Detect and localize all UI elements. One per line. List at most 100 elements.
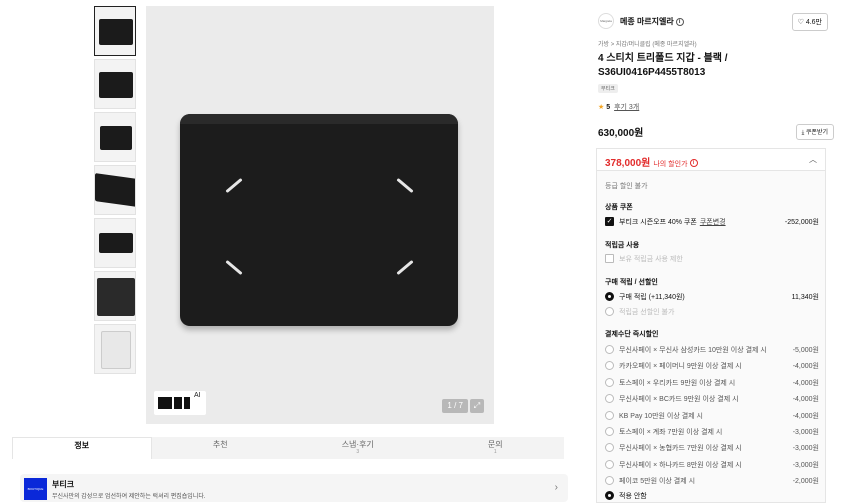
payment-option-row[interactable]: 페이코 5만원 이상 결제 시 -2,000원 xyxy=(605,476,819,488)
review-link[interactable]: 후기 3개 xyxy=(614,104,639,111)
checkbox-checked-icon[interactable]: ✓ xyxy=(605,217,614,226)
star-icon: ★ xyxy=(598,104,605,111)
thumbnail-5[interactable] xyxy=(94,218,136,268)
payment-option-label: 무신사페이 × 하나카드 8만원 이상 결제 시 xyxy=(619,462,742,469)
breadcrumb[interactable]: 가방 > 지갑/머니클립 (메종 마르지엘라) xyxy=(598,39,697,48)
shop-name: 부티크 xyxy=(52,480,75,489)
payment-option-label: 무신사페이 × BC카드 9만원 이상 결제 시 xyxy=(619,396,739,403)
no-apply-label: 적용 안함 xyxy=(619,493,647,500)
brand-logo[interactable]: Margiela xyxy=(598,13,614,29)
thumbnail-list xyxy=(94,6,136,377)
like-button[interactable]: ♡ 4.6만 xyxy=(791,13,828,31)
payment-option-row[interactable]: 무신사페이 × BC카드 9만원 이상 결제 시 -4,000원 xyxy=(605,394,819,406)
points-option-label: 보유 적립금 사용 제한 xyxy=(619,256,683,263)
radio-icon[interactable] xyxy=(605,476,614,485)
my-price: 378,000원 나의 할인가 i xyxy=(605,154,698,169)
purchase-amount: 11,340원 xyxy=(791,294,819,301)
radio-icon xyxy=(605,307,614,316)
payment-option-amount: -4,000원 xyxy=(792,363,819,370)
radio-icon[interactable] xyxy=(605,361,614,370)
product-price: 630,000원 xyxy=(598,128,644,139)
thumbnail-3[interactable] xyxy=(94,112,136,162)
payment-option-row[interactable]: 무신사페이 × 농협카드 7만원 이상 결제 시 -3,000원 xyxy=(605,443,819,455)
brand-name[interactable]: 메종 마르지엘라 i xyxy=(620,16,684,27)
payment-option-amount: -4,000원 xyxy=(792,413,819,420)
coupon-download-button[interactable]: ⤓ 쿠폰받기 xyxy=(795,124,834,140)
radio-selected-icon[interactable] xyxy=(605,491,614,500)
tab-inquiry[interactable]: 문의 1 xyxy=(426,437,564,459)
radio-icon[interactable] xyxy=(605,345,614,354)
chevron-up-icon[interactable]: ︿ xyxy=(809,154,817,165)
my-price-value: 378,000원 xyxy=(605,158,651,169)
payment-option-row[interactable]: 무신사페이 × 무신사 삼성카드 10만원 이상 결제 시 -5,000원 xyxy=(605,345,819,357)
thumbnail-2[interactable] xyxy=(94,59,136,109)
payment-option-amount: -3,000원 xyxy=(792,445,819,452)
product-info-panel: Margiela 메종 마르지엘라 i ♡ 4.6만 가방 > 지갑/머니클립 (… xyxy=(596,0,836,503)
payment-option-amount: -4,000원 xyxy=(792,380,819,387)
coupon-row[interactable]: ✓ 부티크 시즌오프 40% 쿠폰 쿠폰변경 -252,000원 xyxy=(605,217,819,229)
purchase-section-title: 구매 적립 / 선할인 xyxy=(605,279,658,286)
coupon-label: 부티크 시즌오프 40% 쿠폰 쿠폰변경 xyxy=(619,217,726,227)
purchase-points-row[interactable]: 구매 적립 (+11,340원) 11,340원 xyxy=(605,292,819,304)
radio-icon[interactable] xyxy=(605,443,614,452)
tab-recommend-label: 추천 xyxy=(212,440,228,449)
radio-icon[interactable] xyxy=(605,460,614,469)
boutique-tag: 부티크 xyxy=(598,84,618,93)
tab-snap-review-count: 3 xyxy=(356,448,360,455)
shop-logo: BOUTIQUE xyxy=(24,478,47,500)
expand-icon[interactable]: ⤢ xyxy=(470,399,484,413)
payment-option-label: 토스페이 × 계좌 7만원 이상 결제 시 xyxy=(619,429,723,436)
rating: ★ 5 후기 3개 xyxy=(598,102,639,112)
my-price-header[interactable]: 378,000원 나의 할인가 i ︿ xyxy=(597,149,825,171)
download-icon: ⤓ xyxy=(801,130,805,136)
rating-value: 5 xyxy=(606,104,611,111)
tab-info[interactable]: 정보 xyxy=(12,437,152,459)
payment-option-label: 무신사페이 × 농협카드 7만원 이상 결제 시 xyxy=(619,445,742,452)
no-apply-row[interactable]: 적용 안함 xyxy=(605,491,819,503)
radio-selected-icon[interactable] xyxy=(605,292,614,301)
payment-section-title: 결제수단 즉시할인 xyxy=(605,331,659,338)
detail-tabs: 정보 추천 스냅·후기 3 문의 1 xyxy=(12,437,564,459)
thumbnail-1[interactable] xyxy=(94,6,136,56)
ai-badge: AI xyxy=(194,392,201,399)
thumbnail-4[interactable] xyxy=(94,165,136,215)
shop-banner[interactable]: BOUTIQUE 부티크 무신사만의 감성으로 엄선하여 제안하는 럭셔리 편집… xyxy=(20,474,568,502)
tab-recommend[interactable]: 추천 xyxy=(151,437,289,459)
tab-snap-review[interactable]: 스냅·후기 3 xyxy=(289,437,427,459)
payment-option-amount: -3,000원 xyxy=(792,429,819,436)
tab-inquiry-count: 1 xyxy=(493,448,497,455)
purchase-option-label: 구매 적립 (+11,340원) xyxy=(619,294,685,301)
coupon-download-label: 쿠폰받기 xyxy=(805,130,828,136)
thumbnail-6[interactable] xyxy=(94,271,136,321)
payment-option-label: 카카오페이 × 페이머니 9만원 이상 결제 시 xyxy=(619,363,742,370)
wallet-image xyxy=(180,114,458,326)
image-counter-text: 1 / 7 xyxy=(442,399,468,413)
coupon-amount: -252,000원 xyxy=(784,219,819,226)
prediscount-label: 적립금 선할인 불가 xyxy=(619,309,675,316)
payment-option-amount: -4,000원 xyxy=(792,396,819,403)
radio-icon[interactable] xyxy=(605,378,614,387)
payment-option-row[interactable]: 토스페이 × 우리카드 9만원 이상 결제 시 -4,000원 xyxy=(605,378,819,390)
thumbnail-7[interactable] xyxy=(94,324,136,374)
payment-option-row[interactable]: 무신사페이 × 하나카드 8만원 이상 결제 시 -3,000원 xyxy=(605,460,819,472)
info-icon[interactable]: i xyxy=(675,17,684,26)
coupon-section-title: 상품 쿠폰 xyxy=(605,204,633,211)
coupon-change-link[interactable]: 쿠폰변경 xyxy=(700,219,726,226)
radio-icon[interactable] xyxy=(605,394,614,403)
payment-option-amount: -2,000원 xyxy=(792,478,819,485)
payment-option-amount: -5,000원 xyxy=(792,347,819,354)
radio-icon[interactable] xyxy=(605,411,614,420)
checkbox-icon xyxy=(605,254,614,263)
product-title: 4 스티치 트리폴드 지갑 - 블랙 / S36UI0416P4455T8013 xyxy=(598,53,728,78)
radio-icon[interactable] xyxy=(605,427,614,436)
points-section-title: 적립금 사용 xyxy=(605,242,640,249)
payment-option-row[interactable]: KB Pay 10만원 이상 결제 시 -4,000원 xyxy=(605,411,819,423)
payment-option-label: 무신사페이 × 무신사 삼성카드 10만원 이상 결제 시 xyxy=(619,347,767,354)
payment-option-row[interactable]: 카카오페이 × 페이머니 9만원 이상 결제 시 -4,000원 xyxy=(605,361,819,373)
info-icon[interactable]: i xyxy=(689,159,698,168)
payment-option-row[interactable]: 토스페이 × 계좌 7만원 이상 결제 시 -3,000원 xyxy=(605,427,819,439)
shop-description: 무신사만의 감성으로 엄선하여 제안하는 럭셔리 편집숍입니다. xyxy=(52,494,206,500)
my-price-label: 나의 할인가 xyxy=(653,161,688,168)
main-product-image: AI 1 / 7 ⤢ xyxy=(146,6,494,424)
prediscount-row: 적립금 선할인 불가 xyxy=(605,307,819,319)
